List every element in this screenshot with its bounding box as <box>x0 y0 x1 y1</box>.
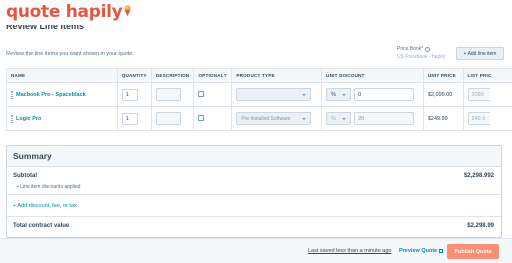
optional-checkbox[interactable] <box>198 114 205 121</box>
summary-panel: Summary Subtotal $2,298.992 • Line item … <box>6 145 502 238</box>
discount-value-input[interactable]: 0 <box>354 88 415 101</box>
description-input[interactable] <box>155 112 181 125</box>
summary-divider <box>7 194 501 195</box>
preview-quote-label: Preview Quote <box>399 248 438 254</box>
discount-type-select[interactable]: % <box>326 88 352 101</box>
total-contract-value: $2,298.99 <box>467 223 494 229</box>
price-book[interactable]: Price Book* US Pricebook - hapily <box>397 46 445 60</box>
ice-cream-pin-icon <box>124 5 131 17</box>
external-link-icon <box>439 249 444 253</box>
total-contract-label: Total contract value <box>13 223 70 229</box>
column-header-description: DESCRIPTION <box>150 68 195 83</box>
publish-quote-button[interactable]: Publish Quote <box>447 244 499 259</box>
column-header-quantity: QUANTITY <box>116 68 152 83</box>
footer-bar: Last saved less than a minute ago Previe… <box>0 238 512 263</box>
discount-note: • Line item discounts applied <box>17 184 81 190</box>
column-header-unit-discount: UNIT DISCOUNT <box>321 68 424 83</box>
drag-handle-icon[interactable] <box>11 90 13 99</box>
chevron-down-icon <box>342 117 347 120</box>
subtotal-label: Subtotal <box>13 173 37 179</box>
summary-heading: Summary <box>7 146 501 167</box>
column-header-product-type: PRODUCT TYPE <box>231 68 323 83</box>
add-line-item-button[interactable]: + Add line item <box>456 47 504 60</box>
unit-price-value: $249.99 <box>427 115 448 122</box>
discount-type-select[interactable]: % <box>326 112 352 125</box>
section-heading: Review Line Items <box>6 25 85 31</box>
product-name-link[interactable]: Macbook Pro - Spaceblack <box>16 92 86 98</box>
column-header-unit-price: UNIT PRICE <box>422 68 464 83</box>
column-header-optional: OPTIONAL? <box>193 68 233 83</box>
list-price-input[interactable]: 2099 <box>467 88 490 101</box>
subtotal-value: $2,298.992 <box>463 173 494 179</box>
brand-logo[interactable]: quote hapily <box>6 2 132 22</box>
price-book-label: Price Book* <box>397 46 424 52</box>
summary-divider <box>7 216 501 217</box>
product-type-value: Pre Installed Software <box>241 115 291 122</box>
unit-price-value: $2,099.00 <box>427 91 453 98</box>
table-row: Logic Pro 1 Pre Installed Software % 20 … <box>6 106 512 131</box>
table-row: Macbook Pro - Spaceblack 1 % 0 $2,099.00… <box>6 82 512 107</box>
description-input[interactable] <box>155 88 181 101</box>
top-bar: quote hapily <box>0 0 512 26</box>
info-icon[interactable] <box>425 46 431 52</box>
product-type-select[interactable] <box>236 88 312 101</box>
last-saved-status[interactable]: Last saved less than a minute ago <box>308 248 391 254</box>
list-price-input[interactable]: 249.9 <box>467 112 490 125</box>
product-name-link[interactable]: Logic Pro <box>16 116 41 122</box>
drag-handle-icon[interactable] <box>11 114 13 123</box>
quantity-input[interactable]: 1 <box>121 112 138 125</box>
column-header-name: NAME <box>6 68 118 83</box>
line-items-table: NAME QUANTITY DESCRIPTION OPTIONAL? PROD… <box>6 68 512 131</box>
add-discount-fee-tax-link[interactable]: + Add discount, fee, or tax <box>13 203 77 209</box>
discount-type-value: % <box>331 91 336 98</box>
quantity-input[interactable]: 1 <box>121 88 138 101</box>
section-intro: Review the line items you want shown in … <box>6 51 134 57</box>
chevron-down-icon <box>342 93 347 96</box>
product-type-select[interactable]: Pre Installed Software <box>236 112 312 125</box>
brand-name: quote hapily <box>6 2 123 22</box>
column-header-list-price: LIST PRIC <box>462 68 512 83</box>
discount-value-input[interactable]: 20 <box>354 112 415 125</box>
discount-type-value: % <box>331 115 336 122</box>
preview-quote-link[interactable]: Preview Quote <box>399 248 444 254</box>
price-book-value: US Pricebook - hapily <box>397 54 446 60</box>
optional-checkbox[interactable] <box>198 90 205 97</box>
chevron-down-icon <box>302 117 307 120</box>
table-header-row: NAME QUANTITY DESCRIPTION OPTIONAL? PROD… <box>6 68 512 83</box>
chevron-down-icon <box>302 93 307 96</box>
